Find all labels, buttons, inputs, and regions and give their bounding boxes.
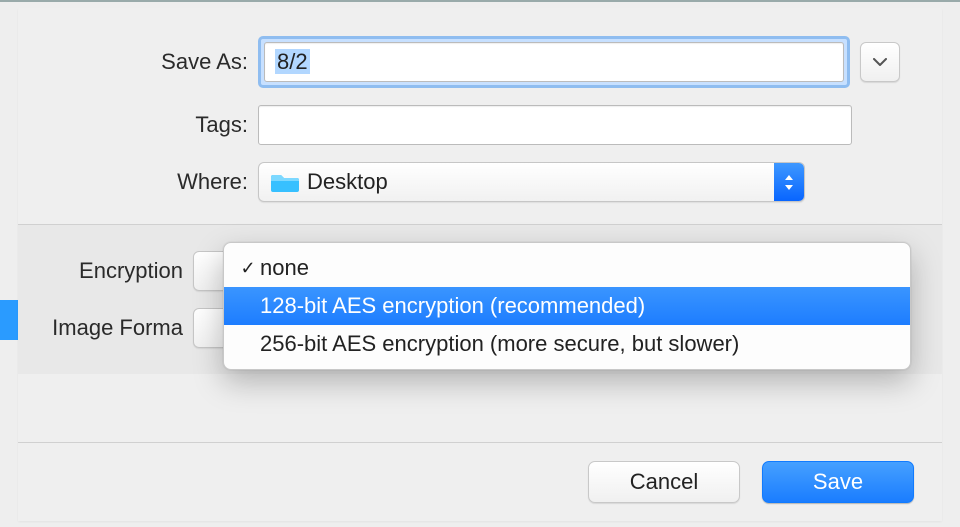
save-dialog-window: Save As: 8/2 Tags: [0,0,960,527]
checkmark-icon: ✓ [236,258,260,279]
label-save-as: Save As: [18,49,258,75]
save-as-input[interactable]: 8/2 [264,42,844,82]
form-area: Save As: 8/2 Tags: [18,8,942,224]
expand-dialog-button[interactable] [860,42,900,82]
where-value: Desktop [307,169,388,195]
footer: Cancel Save [18,442,942,521]
where-control: Desktop [258,162,900,202]
row-tags: Tags: [18,105,900,145]
tags-input[interactable] [258,105,852,145]
save-button[interactable]: Save [762,461,914,503]
tags-control [258,105,900,145]
label-tags: Tags: [18,112,258,138]
encryption-menu-item-label: 256-bit AES encryption (more secure, but… [260,331,739,357]
save-as-focus-ring: 8/2 [258,36,850,88]
cancel-button-label: Cancel [630,469,698,495]
chevron-down-icon [873,58,887,67]
encryption-menu-item-label: 128-bit AES encryption (recommended) [260,293,645,319]
folder-icon [271,171,299,193]
where-stepper[interactable] [774,163,804,201]
options-area: Encryption Image Forma [18,225,942,374]
chevron-down-icon [784,184,794,191]
save-as-control: 8/2 [258,36,900,88]
where-popup[interactable]: Desktop [258,162,805,202]
row-where: Where: Desktop [18,162,900,202]
encryption-menu-item-label: none [260,255,309,281]
label-image-format: Image Forma [18,315,193,341]
encryption-menu-item[interactable]: 128-bit AES encryption (recommended) [224,287,910,325]
save-as-selected-text: 8/2 [275,49,310,74]
encryption-menu-item[interactable]: ✓none [224,249,910,287]
encryption-menu[interactable]: ✓none 128-bit AES encryption (recommended… [223,242,911,370]
encryption-menu-item[interactable]: 256-bit AES encryption (more secure, but… [224,325,910,363]
save-sheet: Save As: 8/2 Tags: [18,8,942,521]
save-button-label: Save [813,469,863,495]
label-encryption: Encryption [18,258,193,284]
label-where: Where: [18,169,258,195]
chevron-up-icon [784,174,794,181]
background-accent-stripe [0,300,18,340]
row-save-as: Save As: 8/2 [18,36,900,88]
cancel-button[interactable]: Cancel [588,461,740,503]
